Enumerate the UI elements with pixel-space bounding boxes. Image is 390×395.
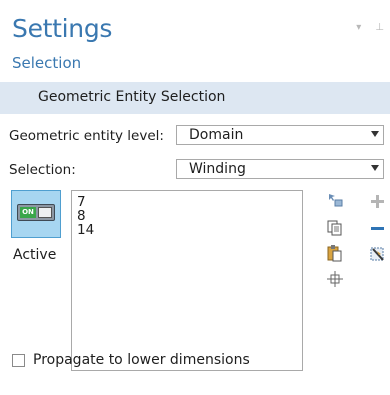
select-paste-icon[interactable] — [326, 191, 344, 209]
propagate-label: Propagate to lower dimensions — [33, 352, 250, 368]
selection-value: Winding — [189, 161, 246, 177]
panel-window-controls: ▾ ⊥ — [342, 22, 384, 33]
clear-selection-icon[interactable] — [369, 245, 387, 263]
toggle-on-text: ON — [20, 207, 36, 218]
entity-level-label: Geometric entity level: — [9, 128, 164, 144]
zoom-to-selection-icon[interactable] — [326, 270, 344, 288]
selection-dropdown[interactable]: Winding — [176, 159, 384, 179]
list-item[interactable]: 8 — [77, 209, 302, 223]
selection-label: Selection: — [9, 162, 76, 178]
section-header-label: Geometric Entity Selection — [38, 89, 226, 105]
entity-level-value: Domain — [189, 127, 244, 143]
toggle-switch-icon: ON — [17, 204, 55, 221]
list-item[interactable]: 7 — [77, 195, 302, 209]
panel-subtitle: Selection — [12, 54, 82, 72]
active-toggle-button[interactable]: ON — [11, 190, 61, 238]
chevron-down-icon — [371, 131, 379, 137]
copy-icon[interactable] — [326, 219, 344, 237]
add-icon[interactable] — [369, 193, 387, 211]
chevron-down-icon — [371, 165, 379, 171]
active-label: Active — [13, 247, 57, 263]
propagate-checkbox[interactable] — [12, 354, 25, 367]
entity-level-dropdown[interactable]: Domain — [176, 125, 384, 145]
remove-icon[interactable] — [369, 220, 387, 238]
panel-menu-icon[interactable]: ▾ — [356, 22, 361, 33]
list-item[interactable]: 14 — [77, 223, 302, 237]
paste-icon[interactable] — [326, 244, 344, 262]
panel-title: Settings — [12, 14, 113, 43]
pin-icon[interactable]: ⊥ — [375, 22, 384, 33]
selection-listbox[interactable]: 7 8 14 — [71, 190, 303, 371]
